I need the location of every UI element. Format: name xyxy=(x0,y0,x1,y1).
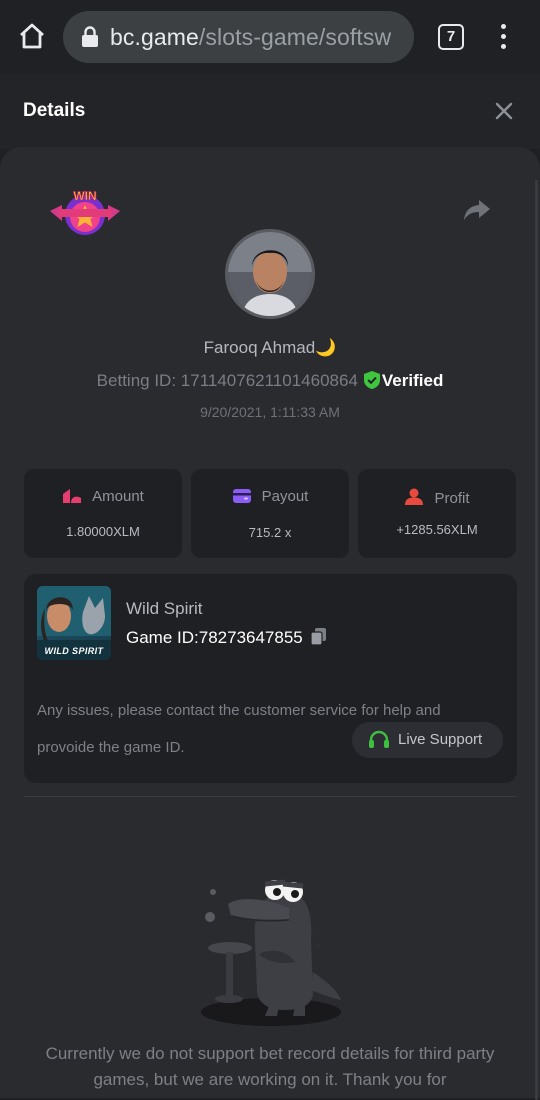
amount-value: 1.80000XLM xyxy=(66,524,140,539)
amount-stat-card: Amount 1.80000XLM xyxy=(24,469,182,558)
profit-value: +1285.56XLM xyxy=(396,522,478,537)
wallet-icon xyxy=(232,489,251,503)
avatar xyxy=(225,229,315,319)
user-name: Farooq Ahmad🌙 xyxy=(203,338,337,357)
coins-icon xyxy=(63,489,82,503)
share-icon[interactable] xyxy=(463,198,491,222)
win-badge-icon: WIN xyxy=(50,189,120,235)
address-bar[interactable]: bc.game/slots-game/softsw xyxy=(63,11,414,63)
payout-value: 715.2 x xyxy=(248,525,292,540)
game-id-value: 78273647855 xyxy=(198,628,303,647)
close-icon[interactable] xyxy=(492,99,516,123)
unsupported-message: Currently we do not support bet record d… xyxy=(45,1044,495,1089)
profit-icon xyxy=(405,488,424,505)
amount-label: Amount xyxy=(92,488,144,505)
bet-timestamp: 9/20/2021, 1:11:33 AM xyxy=(200,404,340,420)
url-path: /slots-game/softsw xyxy=(198,24,392,50)
game-id-row: Game ID:78273647855 xyxy=(126,627,327,648)
copy-icon[interactable] xyxy=(310,627,327,646)
lock-icon xyxy=(82,26,98,47)
live-support-button[interactable]: Live Support xyxy=(352,722,503,758)
betting-id-value: 1711407621101460864 xyxy=(180,371,358,390)
live-support-label: Live Support xyxy=(398,731,483,748)
verified-label: Verified xyxy=(381,371,444,390)
game-name: Wild Spirit xyxy=(126,599,203,618)
url-domain: bc.game xyxy=(110,24,199,50)
home-icon[interactable] xyxy=(18,22,46,50)
overflow-menu-icon[interactable] xyxy=(496,24,510,50)
browser-toolbar: bc.game/slots-game/softsw 7 xyxy=(0,0,540,74)
details-header: Details xyxy=(0,74,540,149)
profit-stat-card: Profit +1285.56XLM xyxy=(358,469,516,558)
betting-id-label: Betting ID: xyxy=(96,371,177,390)
crocodile-mascot-icon xyxy=(201,879,341,1026)
game-thumbnail-label: WILD SPIRIT xyxy=(44,646,104,656)
page-title: Details xyxy=(23,100,86,121)
game-info-box: WILD SPIRIT Wild Spirit Game ID:78273647… xyxy=(24,574,517,783)
payout-label: Payout xyxy=(261,488,309,505)
tab-switcher-button[interactable]: 7 xyxy=(438,24,464,50)
scrollbar[interactable] xyxy=(535,180,538,1100)
profit-label: Profit xyxy=(434,490,470,507)
verified-shield-icon xyxy=(363,371,380,389)
payout-stat-card: Payout 715.2 x xyxy=(191,469,349,558)
divider xyxy=(24,796,517,797)
betting-id-row: Betting ID: 1711407621101460864 Verified xyxy=(0,371,540,391)
headset-icon xyxy=(369,730,389,748)
game-id-label: Game ID: xyxy=(126,628,199,647)
svg-text:WIN: WIN xyxy=(73,189,96,203)
url-text: bc.game/slots-game/softsw xyxy=(110,24,391,51)
game-thumbnail[interactable]: WILD SPIRIT xyxy=(37,586,111,660)
